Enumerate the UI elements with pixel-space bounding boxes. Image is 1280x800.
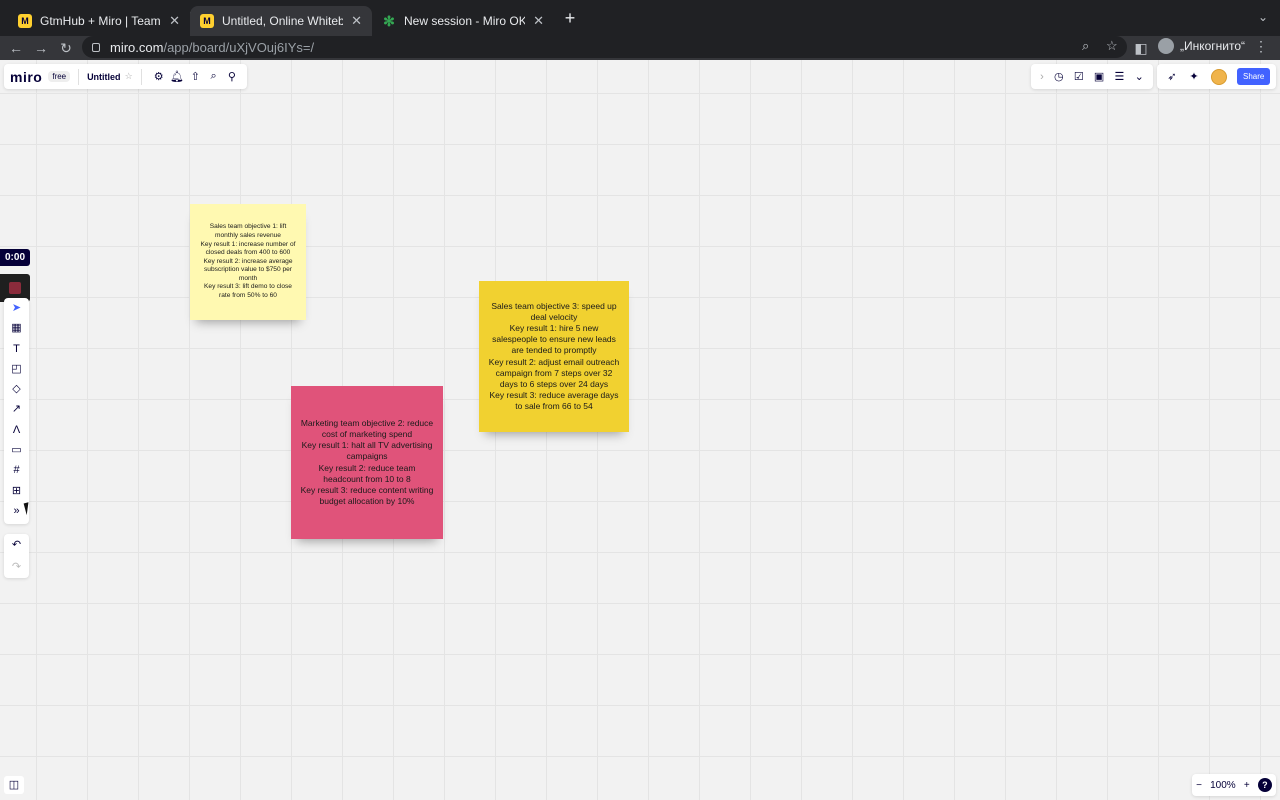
sidebar-icon[interactable]: ◧: [1131, 38, 1151, 58]
side-panel-icon[interactable]: ◫: [4, 776, 24, 794]
url-field[interactable]: miro.com/app/board/uXjVOuj6IYs=/ ⌕ ☆: [82, 36, 1127, 58]
sticky-note-text: Marketing team objective 2: reduce cost …: [300, 418, 434, 506]
browser-tab[interactable]: M GtmHub + Miro | Team Collabo ✕: [8, 6, 190, 36]
miro-logo[interactable]: miro: [10, 69, 42, 85]
close-icon[interactable]: ✕: [169, 13, 180, 29]
presentation-icon[interactable]: ▣: [1094, 70, 1104, 83]
browser-tab-bar: M GtmHub + Miro | Team Collabo ✕ M Untit…: [0, 0, 1280, 36]
profile-button[interactable]: „Инкогнито“: [1158, 38, 1245, 54]
comment-icon[interactable]: ▭: [4, 440, 29, 460]
incognito-icon: [1158, 38, 1174, 54]
lock-icon: [92, 42, 100, 52]
timer-display[interactable]: 0:00: [0, 249, 30, 266]
voting-icon[interactable]: ☑: [1074, 70, 1084, 83]
browser-tab[interactable]: ✻ New session - Miro OKRs ✕: [372, 6, 554, 36]
browser-tab-active[interactable]: M Untitled, Online Whiteboard for ✕: [190, 6, 372, 36]
collaboration-toolbar: › ◷ ☑ ▣ ☰ ⌄: [1031, 64, 1153, 89]
reactions-icon[interactable]: ➶: [1161, 70, 1183, 83]
profile-label: „Инкогнито“: [1180, 39, 1246, 53]
text-icon[interactable]: T: [4, 339, 29, 359]
redo-icon[interactable]: ↷: [4, 556, 29, 578]
templates-icon[interactable]: ▦: [4, 318, 29, 338]
sticky-note[interactable]: Sales team objective 1: lift monthly sal…: [190, 204, 306, 320]
chevron-down-icon[interactable]: ⌄: [1258, 10, 1268, 24]
undo-icon[interactable]: ↶: [4, 534, 29, 556]
sticky-note[interactable]: Sales team objective 3: speed up deal ve…: [479, 281, 629, 432]
miro-icon: M: [200, 14, 214, 28]
new-tab-icon[interactable]: +: [560, 8, 580, 28]
address-bar: ← → ↻ miro.com/app/board/uXjVOuj6IYs=/ ⌕…: [0, 36, 1280, 60]
help-button[interactable]: ?: [1257, 778, 1272, 792]
divider: [140, 68, 142, 85]
timer-icon[interactable]: ◷: [1054, 70, 1064, 83]
tab-title: Untitled, Online Whiteboard for: [222, 14, 344, 28]
close-icon[interactable]: ✕: [533, 13, 544, 29]
close-icon[interactable]: ✕: [351, 13, 362, 29]
sticky-note[interactable]: Marketing team objective 2: reduce cost …: [291, 386, 443, 539]
sticky-note-icon[interactable]: ◰: [4, 359, 29, 379]
sticky-note-text: Sales team objective 1: lift monthly sal…: [200, 223, 296, 299]
forward-icon[interactable]: →: [31, 38, 51, 58]
miro-icon: M: [18, 14, 32, 28]
url-text: miro.com/app/board/uXjVOuj6IYs=/: [110, 39, 315, 55]
tab-title: GtmHub + Miro | Team Collabo: [40, 14, 161, 28]
connection-line-icon[interactable]: ↗: [4, 399, 29, 419]
frame-icon[interactable]: #: [4, 460, 29, 480]
pen-icon[interactable]: Λ: [4, 420, 29, 440]
upload-icon[interactable]: ⇧: [186, 70, 204, 83]
settings-icon[interactable]: ⚙: [150, 70, 168, 83]
search-icon[interactable]: ⌕: [204, 70, 222, 83]
upload-icon[interactable]: ⊞: [4, 481, 29, 501]
board-canvas[interactable]: [0, 60, 1280, 800]
plan-badge[interactable]: free: [48, 71, 71, 82]
zoom-level[interactable]: 100%: [1210, 780, 1236, 791]
back-icon[interactable]: ←: [6, 38, 26, 58]
select-icon[interactable]: ➤: [4, 298, 29, 318]
chevron-right-icon[interactable]: ›: [1040, 71, 1044, 83]
menu-icon[interactable]: ⋮: [1254, 38, 1268, 55]
avatar[interactable]: [1211, 68, 1227, 85]
shapes-icon[interactable]: ◇: [4, 379, 29, 399]
sticky-note-text: Sales team objective 3: speed up deal ve…: [488, 301, 620, 411]
zoom-out-button[interactable]: −: [1196, 780, 1202, 791]
plugin-icon[interactable]: ⚲: [223, 70, 241, 83]
reload-icon[interactable]: ↻: [56, 38, 76, 58]
zoom-controls: − 100% + ?: [1192, 774, 1276, 796]
history-toolbar: ↶ ↷: [4, 534, 29, 578]
board-header: miro free Untitled ☆ ⚙ 🔔︎ ⇧ ⌕ ⚲: [4, 64, 247, 89]
left-toolbar: ➤ ▦ T ◰ ◇ ↗ Λ ▭ # ⊞ »: [4, 298, 29, 524]
star-icon[interactable]: ☆: [1106, 38, 1118, 54]
zoom-in-button[interactable]: +: [1244, 780, 1250, 791]
board-name[interactable]: Untitled: [87, 72, 121, 82]
divider: [78, 68, 80, 85]
share-button[interactable]: Share: [1237, 68, 1271, 85]
more-icon[interactable]: ⌄: [1135, 70, 1144, 83]
search-icon[interactable]: ⌕: [1082, 38, 1089, 54]
bell-icon[interactable]: 🔔︎: [168, 70, 186, 83]
star-icon[interactable]: ☆: [125, 71, 133, 82]
okr-icon: ✻: [383, 12, 395, 29]
tab-title: New session - Miro OKRs: [404, 14, 526, 28]
notes-icon[interactable]: ☰: [1115, 70, 1125, 83]
share-toolbar: ➶ ✦ Share: [1157, 64, 1276, 89]
stop-icon: [9, 282, 21, 294]
celebrate-icon[interactable]: ✦: [1183, 70, 1205, 83]
